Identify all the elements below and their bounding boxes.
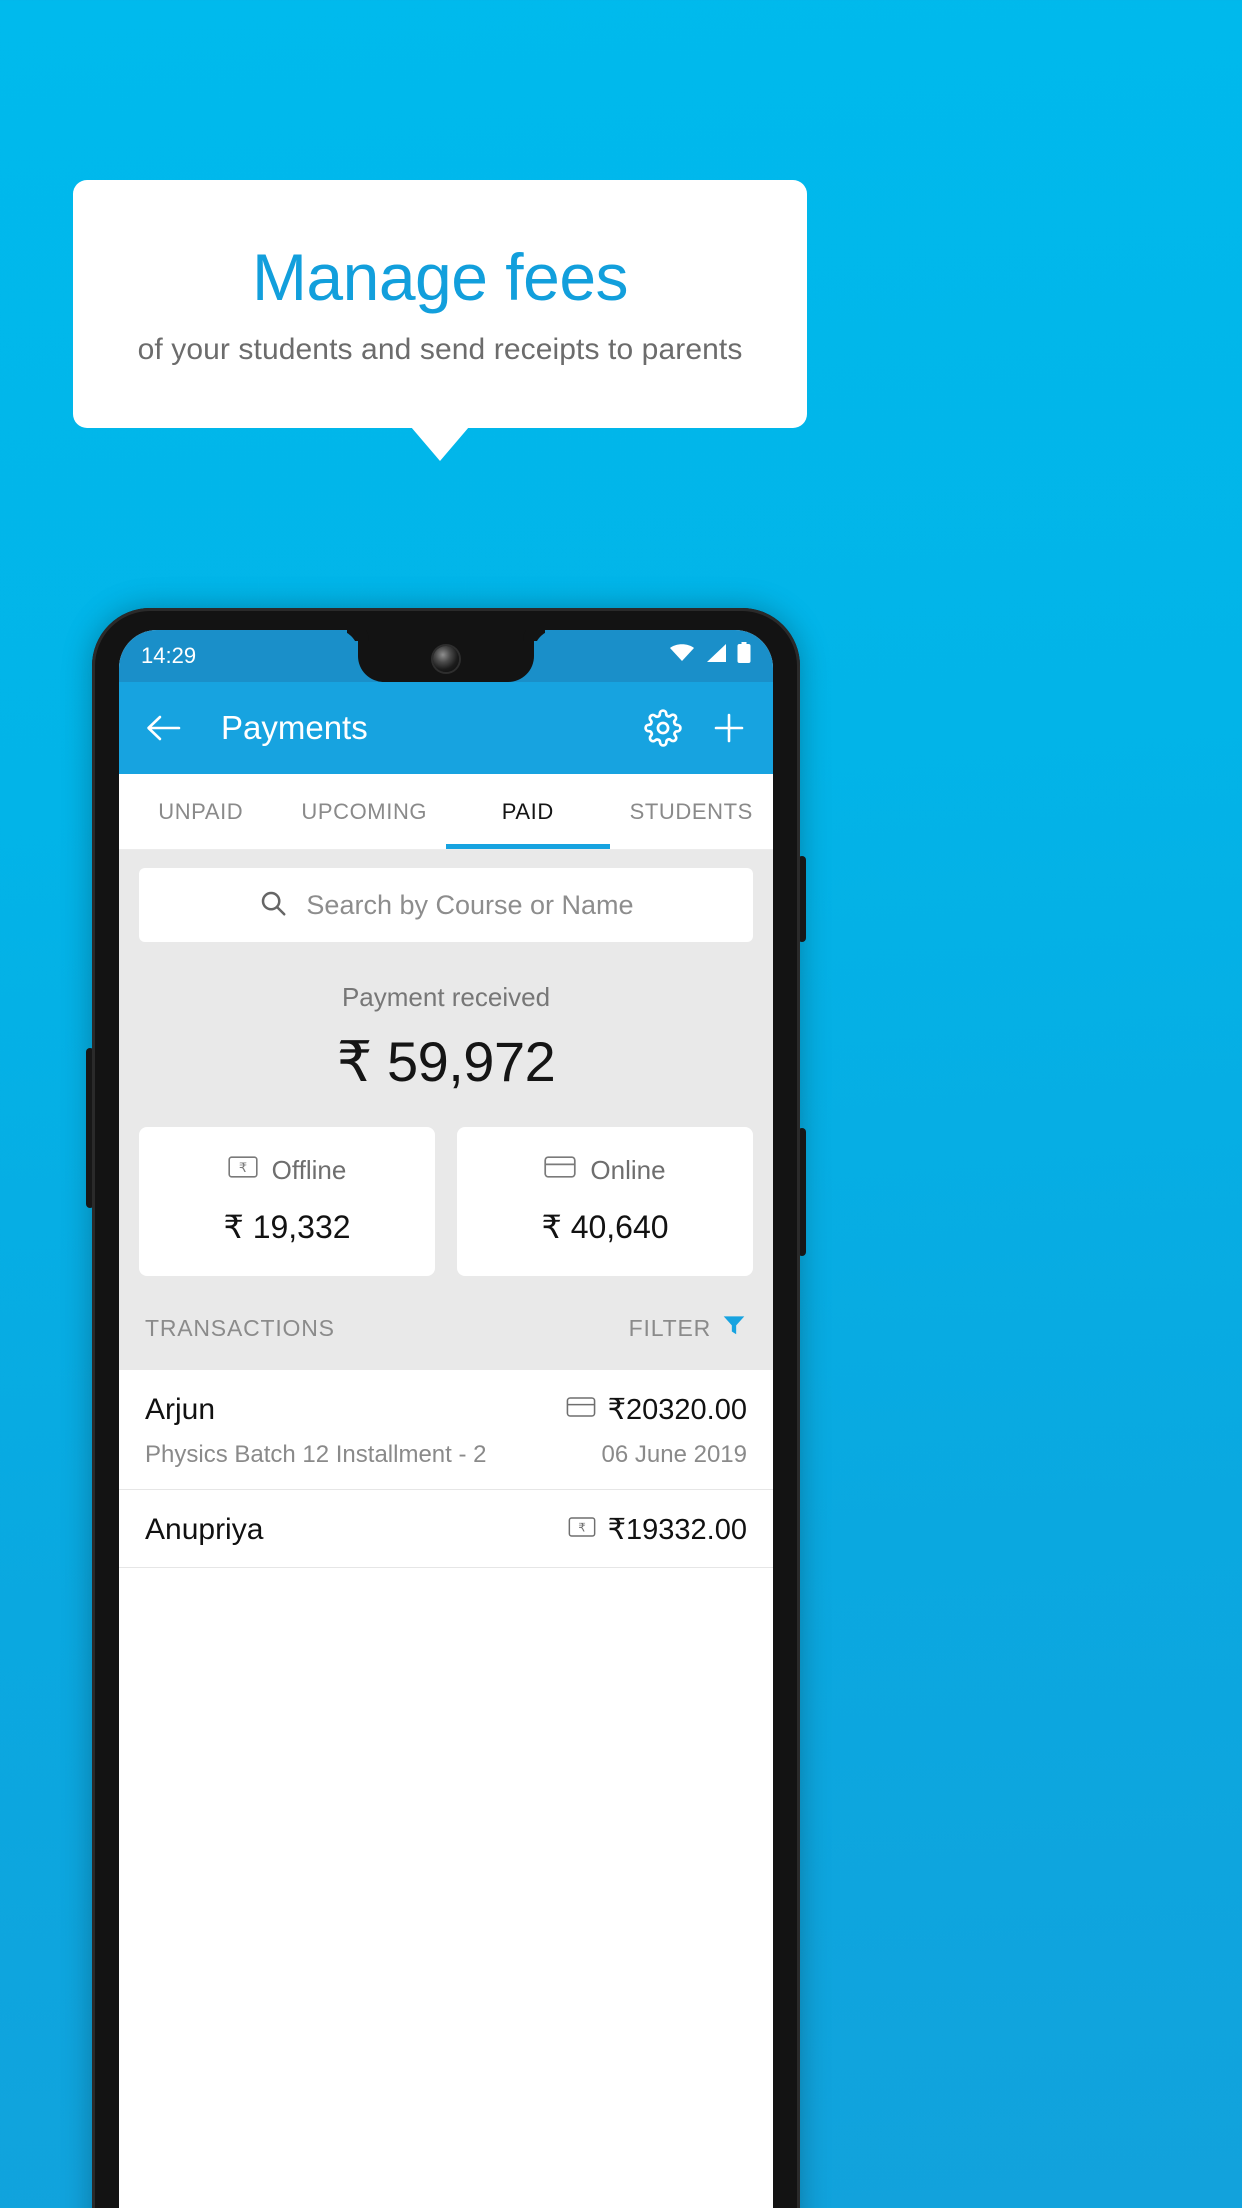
online-card-label: Online [590,1155,666,1185]
transaction-course: Physics Batch 12 Installment - 2 [145,1441,487,1468]
method-cards: ₹ Offline ₹ 19,332 Online ₹ 40,640 [119,1101,773,1276]
credit-card-icon [566,1396,596,1423]
payment-received-label: Payment received [341,982,551,1012]
tab-upcoming[interactable]: UPCOMING [283,774,447,849]
payment-received-amount: ₹ 59,972 [336,1030,556,1093]
phone-screen: 14:29 Payments UNPAID UPCOMING PAID STUD… [119,630,773,2208]
front-camera-icon [433,646,459,672]
transaction-secondary-line: Physics Batch 12 Installment - 2 06 June… [145,1441,747,1469]
page-title: Payments [221,709,368,746]
tab-upcoming-label: UPCOMING [301,798,428,824]
banknote-rupee-icon: ₹ [228,1155,258,1186]
online-card-amount: ₹ 40,640 [541,1209,669,1245]
promo-callout-card: Manage fees of your students and send re… [73,180,807,428]
transaction-amount-group: ₹20320.00 [566,1392,747,1427]
online-card-head: Online [467,1155,743,1186]
table-row[interactable]: Anupriya ₹ ₹19332.00 [119,1490,773,1568]
gear-icon[interactable] [641,706,685,750]
offline-card-amount: ₹ 19,332 [223,1209,351,1245]
plus-icon[interactable] [707,706,751,750]
offline-card-label: Offline [271,1155,347,1185]
transaction-date: 06 June 2019 [601,1441,747,1468]
phone-frame: 14:29 Payments UNPAID UPCOMING PAID STUD… [86,608,806,2208]
signal-icon [705,643,727,669]
filter-label: FILTER [628,1314,711,1341]
arrow-left-icon[interactable] [141,706,185,750]
online-card[interactable]: Online ₹ 40,640 [457,1127,753,1276]
payments-content: Search by Course or Name Payment receive… [119,850,773,1568]
promo-subtitle: of your students and send receipts to pa… [137,333,743,367]
transaction-name: Anupriya [145,1512,264,1546]
status-bar-icons [669,642,751,670]
search-input[interactable]: Search by Course or Name [139,868,753,942]
credit-card-icon [544,1155,577,1186]
transactions-list: Arjun ₹20320.00 Physics Batch 12 Install… [119,1370,773,1568]
transaction-amount-group: ₹ ₹19332.00 [568,1512,747,1547]
payment-summary: Payment received ₹ 59,972 [119,942,773,1101]
promo-callout-tail [411,427,469,461]
table-row[interactable]: Arjun ₹20320.00 Physics Batch 12 Install… [119,1370,773,1490]
transaction-primary-line: Arjun ₹20320.00 [145,1392,747,1427]
filter-button[interactable]: FILTER [629,1312,747,1344]
offline-card[interactable]: ₹ Offline ₹ 19,332 [139,1127,435,1276]
tab-bar: UNPAID UPCOMING PAID STUDENTS [119,774,773,850]
transactions-header: TRANSACTIONS FILTER [119,1276,773,1370]
transactions-title: TRANSACTIONS [145,1314,335,1341]
search-placeholder: Search by Course or Name [306,889,634,920]
wifi-icon [669,643,695,669]
transaction-primary-line: Anupriya ₹ ₹19332.00 [145,1512,747,1547]
assistant-button[interactable] [86,1048,94,1208]
transaction-amount: ₹19332.00 [607,1514,747,1546]
power-button[interactable] [798,856,806,942]
volume-button[interactable] [798,1128,806,1256]
tab-paid-label: PAID [501,798,554,824]
display-notch [358,630,534,682]
funnel-icon [721,1312,747,1344]
search-section: Search by Course or Name [119,850,773,942]
promo-title: Manage fees [251,239,629,314]
tab-students-label: STUDENTS [629,798,753,824]
svg-text:₹: ₹ [578,1521,586,1535]
battery-icon [737,642,751,670]
transaction-amount: ₹20320.00 [607,1394,747,1426]
status-bar-time: 14:29 [141,643,197,668]
banknote-rupee-icon: ₹ [568,1516,596,1543]
svg-text:₹: ₹ [239,1161,247,1176]
tab-unpaid-label: UNPAID [158,798,244,824]
tab-paid[interactable]: PAID [446,774,610,849]
offline-card-head: ₹ Offline [149,1155,425,1186]
search-icon [258,888,288,923]
app-bar: Payments [119,682,773,774]
tab-unpaid[interactable]: UNPAID [119,774,283,849]
tab-students[interactable]: STUDENTS [610,774,774,849]
transaction-name: Arjun [145,1392,216,1426]
